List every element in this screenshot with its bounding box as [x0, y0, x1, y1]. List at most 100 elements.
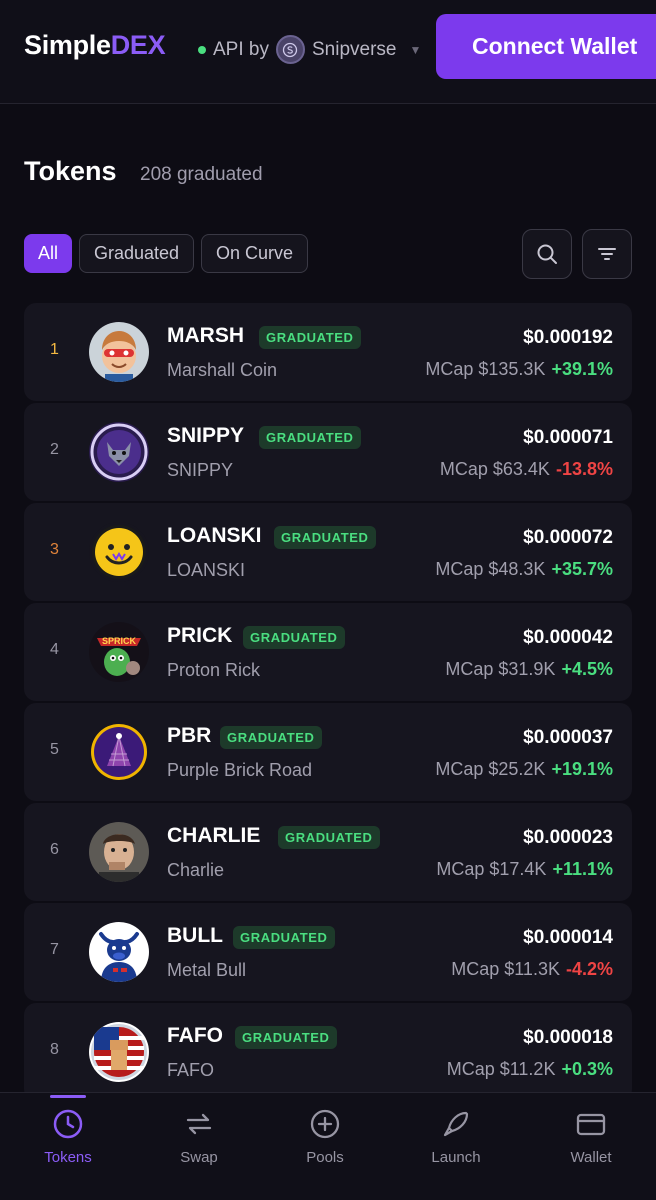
rank-number: 1 [50, 341, 59, 358]
token-change: +19.1% [551, 759, 613, 779]
token-row-charlie[interactable]: 6 CHARLIE GRADUATED Charlie $0.000023 MC… [24, 803, 632, 901]
filter-button[interactable] [582, 229, 632, 279]
rocket-icon [443, 1111, 469, 1137]
token-name: Charlie [167, 860, 225, 880]
token-change: +35.7% [551, 559, 613, 579]
rank-number: 6 [50, 841, 59, 858]
token-mcap-line: MCap $48.3K +35.7% [435, 559, 613, 580]
token-price: $0.000018 [523, 1027, 613, 1048]
token-avatar-bull [89, 922, 149, 982]
token-avatar-marsh [89, 322, 149, 382]
token-mcap-line: MCap $25.2K +19.1% [435, 759, 613, 780]
token-row-loanski[interactable]: 3 LOANSKI GRADUATED LOANSKI $0.000072 MC… [24, 503, 632, 601]
nav-pools[interactable]: Pools [275, 1093, 375, 1200]
logo[interactable]: SimpleDEX [24, 30, 166, 61]
graduated-count: 208 graduated [140, 164, 263, 185]
graduated-badge: GRADUATED [278, 826, 380, 849]
chevron-down-icon: ▼ [409, 42, 422, 57]
rank-number: 2 [50, 441, 59, 458]
nav-label: Pools [306, 1149, 344, 1166]
token-mcap: MCap $31.9K [445, 659, 556, 679]
token-name: LOANSKI [167, 560, 246, 580]
token-mcap-line: MCap $11.3K -4.2% [451, 959, 613, 980]
graduated-badge: GRADUATED [220, 726, 322, 749]
token-symbol: FAFO [167, 1024, 223, 1047]
logo-main: Simple [24, 30, 111, 60]
token-name: Proton Rick [167, 660, 261, 680]
token-mcap: MCap $48.3K [435, 559, 546, 579]
token-change: +39.1% [551, 359, 613, 379]
token-price: $0.000072 [523, 527, 613, 548]
token-name: Purple Brick Road [167, 760, 313, 780]
token-mcap-line: MCap $63.4K -13.8% [440, 459, 613, 480]
token-avatar-loanski [89, 522, 149, 582]
token-row-bull[interactable]: 7 BULL GRADUATED Metal Bull $0.000014 MC… [24, 903, 632, 1001]
token-mcap-line: MCap $135.3K +39.1% [425, 359, 613, 380]
graduated-badge: GRADUATED [259, 326, 361, 349]
token-symbol: SNIPPY [167, 424, 245, 447]
api-provider-name: Snipverse [311, 38, 397, 60]
status-dot-icon [198, 45, 206, 54]
token-row-prick[interactable]: 4 SPRICK PRICK GRADUATED Proton Rick $0.… [24, 603, 632, 701]
token-row-fafo[interactable]: 8 FAFO GRADUATED FAFO $0.000018 MCap $11… [24, 1003, 632, 1101]
token-row-marsh[interactable]: 1 MARSH GRADUATED Marshall Coin $0.00019… [24, 303, 632, 401]
token-avatar-snippy [89, 422, 149, 482]
token-mcap-line: MCap $11.2K +0.3% [447, 1059, 613, 1080]
token-mcap: MCap $63.4K [439, 459, 550, 479]
filter-lines-icon [598, 248, 616, 260]
token-symbol: PBR [167, 724, 212, 747]
token-price: $0.000023 [523, 827, 613, 848]
token-symbol: CHARLIE [167, 824, 261, 847]
token-price: $0.000042 [523, 627, 613, 648]
token-name: FAFO [167, 1060, 215, 1080]
token-mcap: MCap $25.2K [435, 759, 546, 779]
connect-wallet-button[interactable]: Connect Wallet [436, 14, 656, 79]
graduated-badge: GRADUATED [233, 926, 335, 949]
api-label: API by [213, 38, 269, 60]
graduated-badge: GRADUATED [235, 1026, 337, 1049]
rank-number: 3 [50, 541, 59, 558]
token-change: +0.3% [561, 1059, 613, 1079]
token-avatar-charlie [89, 822, 149, 882]
rank-number: 8 [50, 1041, 59, 1058]
token-symbol: LOANSKI [167, 524, 262, 547]
nav-label: Wallet [570, 1149, 612, 1166]
logo-accent: DEX [110, 30, 166, 60]
clock-icon [53, 1109, 83, 1139]
filter-on-curve-chip[interactable]: On Curve [201, 234, 308, 273]
token-change: +11.1% [552, 859, 613, 879]
token-avatar-prick: SPRICK [89, 622, 149, 682]
api-provider-selector[interactable]: API by Snipverse ▼ [198, 35, 421, 64]
token-change: -13.8% [555, 459, 613, 479]
graduated-badge: GRADUATED [243, 626, 345, 649]
token-avatar-fafo [89, 1022, 149, 1082]
token-row-pbr[interactable]: 5 PBR GRADUATED Purple Brick Road $0.000… [24, 703, 632, 801]
token-mcap: MCap $11.2K [446, 1059, 556, 1079]
nav-tokens[interactable]: Tokens [18, 1093, 118, 1200]
graduated-badge: GRADUATED [274, 526, 376, 549]
snipverse-logo-icon [275, 35, 305, 64]
token-name: SNIPPY [167, 460, 234, 480]
search-button[interactable] [522, 229, 572, 279]
token-mcap-line: MCap $17.4K +11.1% [436, 859, 613, 880]
token-symbol: PRICK [167, 624, 233, 647]
nav-wallet[interactable]: Wallet [541, 1093, 641, 1200]
token-symbol: BULL [167, 924, 223, 947]
app-header: SimpleDEX API by Snipverse ▼ Connect Wal… [0, 0, 656, 104]
token-mcap-line: MCap $31.9K +4.5% [445, 659, 613, 680]
token-name: Marshall Coin [167, 360, 278, 380]
rank-number: 4 [50, 641, 59, 658]
filter-all-chip[interactable]: All [24, 234, 72, 273]
token-price: $0.000014 [523, 927, 613, 948]
token-row-snippy[interactable]: 2 SNIPPY GRADUATED SNIPPY $0.000071 MCap… [24, 403, 632, 501]
filter-graduated-chip[interactable]: Graduated [79, 234, 194, 273]
token-change: -4.2% [565, 959, 613, 979]
bottom-nav: Tokens Swap Pools Launch Wallet [0, 1092, 656, 1200]
nav-swap[interactable]: Swap [149, 1093, 249, 1200]
nav-launch[interactable]: Launch [406, 1093, 506, 1200]
plus-circle-icon [310, 1109, 340, 1139]
rank-number: 7 [50, 941, 59, 958]
search-icon [537, 244, 557, 264]
page-title: Tokens [24, 156, 117, 186]
svg-text:SPRICK: SPRICK [102, 636, 137, 646]
